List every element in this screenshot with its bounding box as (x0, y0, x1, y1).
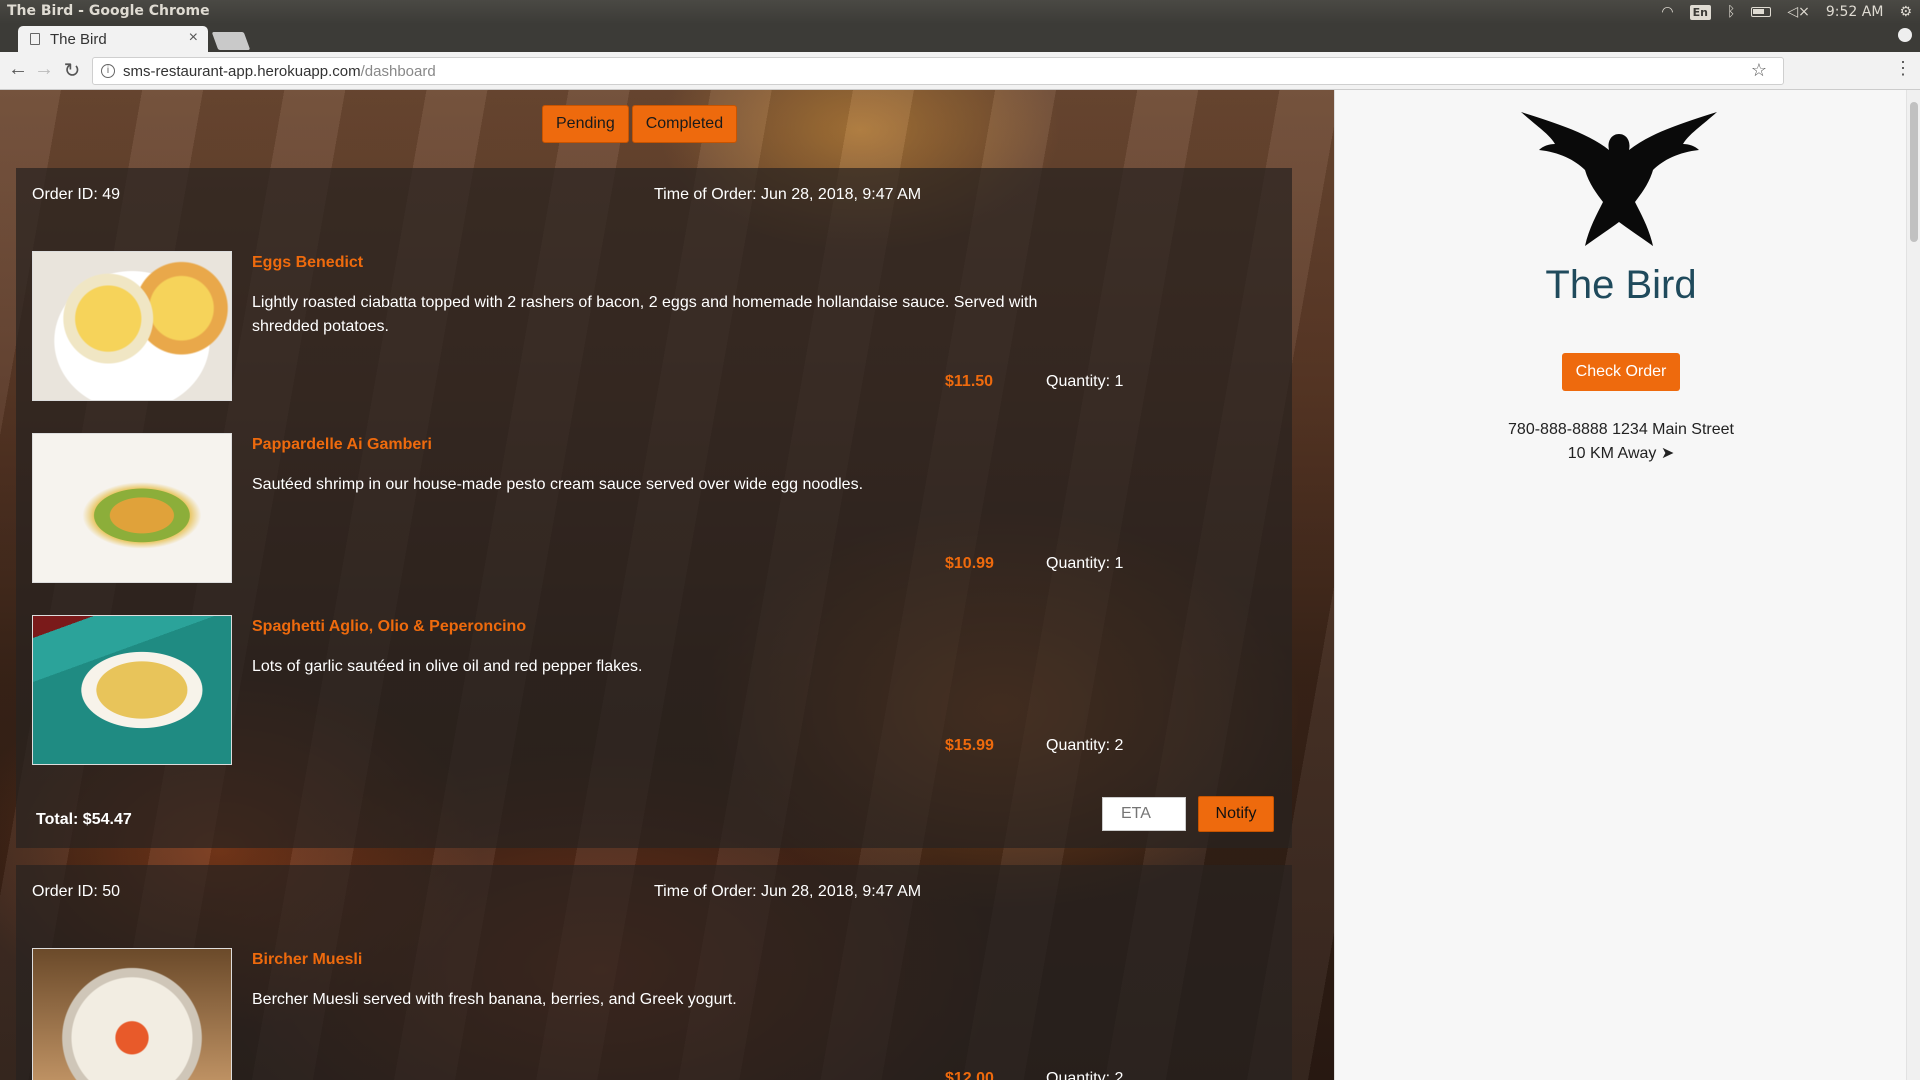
distance-row: 10 KM Away ➤ (1335, 442, 1907, 466)
food-photo (32, 433, 232, 583)
os-title-bar: The Bird - Google Chrome ◠ En ᛒ ◁× 9:52 … (0, 0, 1920, 24)
order-item: Pappardelle Ai Gamberi Sautéed shrimp in… (32, 433, 1272, 583)
profile-icon[interactable] (1898, 28, 1912, 42)
order-item: Spaghetti Aglio, Olio & Peperoncino Lots… (32, 615, 1272, 765)
url-path: /dashboard (360, 62, 436, 80)
browser-tab[interactable]: The Bird × (18, 26, 208, 52)
contact-info: 780-888-8888 1234 Main Street 10 KM Away… (1335, 418, 1907, 466)
location-arrow-icon: ➤ (1660, 445, 1675, 462)
order-total: Total: $54.47 (36, 811, 132, 828)
orders-panel: Pending Completed Order ID: 49 Time of O… (0, 90, 1334, 1080)
page-favicon-icon (30, 33, 40, 45)
tab-strip: The Bird × (0, 24, 1920, 52)
back-arrow-icon[interactable]: ← (6, 58, 30, 81)
item-name: Eggs Benedict (252, 254, 364, 271)
page-viewport: Pending Completed Order ID: 49 Time of O… (0, 90, 1920, 1080)
bluetooth-icon[interactable]: ᛒ (1727, 4, 1735, 20)
system-tray: ◠ En ᛒ ◁× 9:52 AM ⚙ (1661, 0, 1912, 24)
bookmark-star-icon[interactable]: ☆ (1751, 60, 1767, 81)
item-price: $10.99 (945, 555, 994, 572)
battery-icon[interactable] (1751, 7, 1772, 17)
order-time: Time of Order: Jun 28, 2018, 9:47 AM (654, 883, 922, 900)
item-description: Bercher Muesli served with fresh banana,… (252, 991, 737, 1008)
food-photo (32, 615, 232, 765)
order-id: Order ID: 49 (32, 186, 121, 203)
site-info-icon[interactable]: i (101, 64, 115, 78)
item-description: Lots of garlic sautéed in olive oil and … (252, 658, 643, 675)
order-id: Order ID: 50 (32, 883, 121, 900)
item-name: Bircher Muesli (252, 951, 363, 968)
item-quantity: Quantity: 2 (1046, 1070, 1124, 1080)
notify-button[interactable]: Notify (1198, 796, 1274, 832)
clock[interactable]: 9:52 AM (1826, 4, 1884, 20)
forward-arrow-icon[interactable]: → (32, 58, 56, 81)
volume-muted-icon[interactable]: ◁× (1787, 4, 1810, 20)
check-order-button[interactable]: Check Order (1562, 353, 1680, 391)
order-time: Time of Order: Jun 28, 2018, 9:47 AM (654, 186, 922, 203)
item-quantity: Quantity: 1 (1046, 555, 1124, 572)
settings-gear-icon[interactable]: ⚙ (1899, 4, 1912, 20)
item-quantity: Quantity: 1 (1046, 373, 1124, 390)
tab-title: The Bird (50, 30, 107, 48)
restaurant-sidebar: The Bird Check Order 780-888-8888 1234 M… (1334, 90, 1906, 1080)
item-name: Pappardelle Ai Gamberi (252, 436, 432, 453)
order-item: Bircher Muesli Bercher Muesli served wit… (32, 948, 1272, 1080)
food-photo (32, 251, 232, 401)
phone-address: 780-888-8888 1234 Main Street (1508, 421, 1734, 438)
item-price: $15.99 (945, 737, 994, 754)
bird-logo-icon (1521, 112, 1717, 246)
browser-toolbar: ← → ↻ i sms-restaurant-app.herokuapp.com… (0, 52, 1920, 90)
food-photo (32, 948, 232, 1080)
item-description: Lightly roasted ciabatta topped with 2 r… (252, 294, 1038, 335)
tab-close-icon[interactable]: × (189, 29, 198, 47)
browser-menu-icon[interactable]: ⋮ (1894, 58, 1912, 79)
completed-filter-button[interactable]: Completed (631, 105, 738, 143)
pending-filter-button[interactable]: Pending (542, 105, 629, 143)
new-tab-button[interactable] (211, 32, 251, 50)
distance-text: 10 KM Away (1567, 445, 1657, 462)
item-name: Spaghetti Aglio, Olio & Peperoncino (252, 618, 527, 635)
url-host: sms-restaurant-app.herokuapp.com (123, 62, 361, 80)
screen: The Bird - Google Chrome ◠ En ᛒ ◁× 9:52 … (0, 0, 1920, 1080)
order-filter-tabs: Pending Completed (542, 105, 738, 143)
address-bar[interactable]: i sms-restaurant-app.herokuapp.com/dashb… (92, 57, 1784, 85)
window-title: The Bird - Google Chrome (7, 3, 210, 19)
item-quantity: Quantity: 2 (1046, 737, 1124, 754)
eta-input[interactable] (1102, 797, 1186, 831)
item-price: $12.00 (945, 1070, 994, 1080)
item-price: $11.50 (945, 373, 994, 390)
keyboard-language-indicator[interactable]: En (1689, 4, 1711, 20)
wifi-icon[interactable]: ◠ (1661, 4, 1673, 20)
order-card: Order ID: 49 Time of Order: Jun 28, 2018… (16, 168, 1292, 848)
item-description: Sautéed shrimp in our house-made pesto c… (252, 476, 864, 493)
reload-icon[interactable]: ↻ (60, 58, 84, 83)
scrollbar-thumb[interactable] (1910, 102, 1918, 242)
restaurant-name: The Bird (1545, 263, 1697, 307)
page-scrollbar[interactable] (1906, 90, 1920, 1080)
order-item: Eggs Benedict Lightly roasted ciabatta t… (32, 251, 1272, 401)
order-card: Order ID: 50 Time of Order: Jun 28, 2018… (16, 865, 1292, 1080)
